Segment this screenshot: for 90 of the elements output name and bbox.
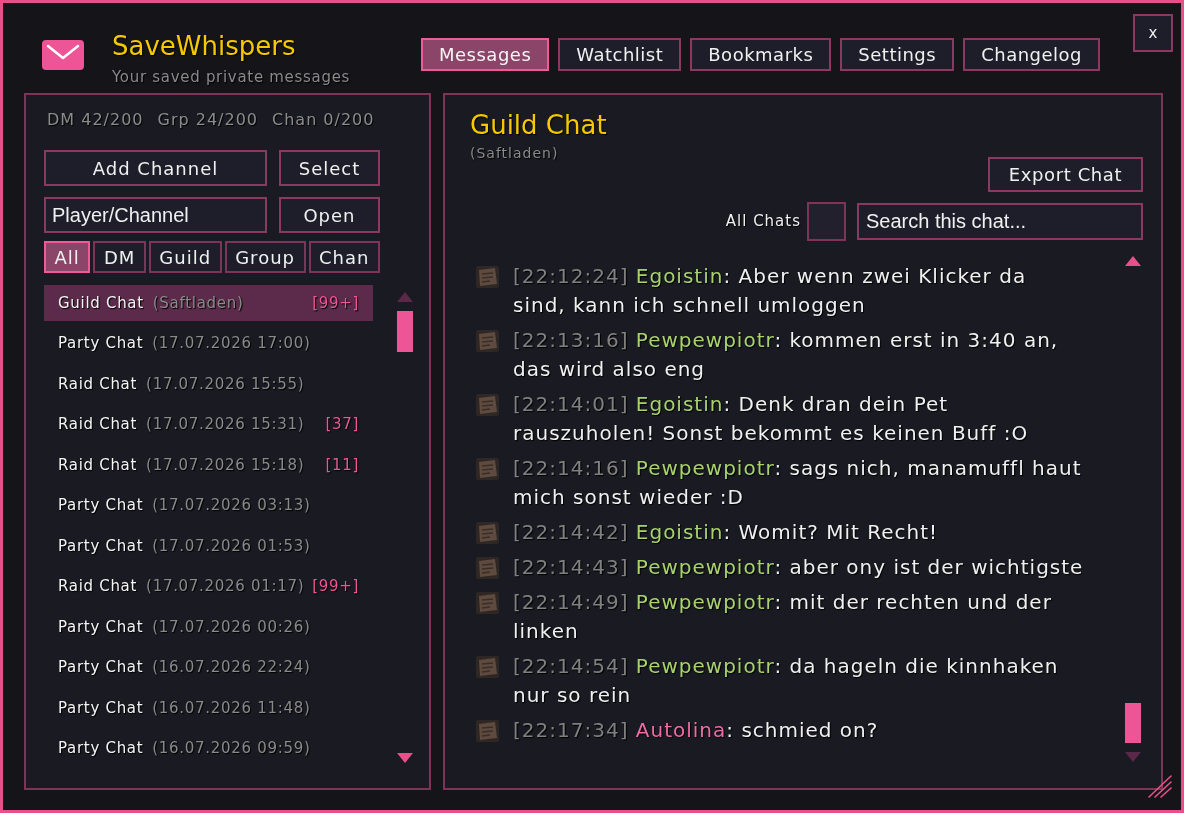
chat-message: [22:17:34] Autolina: schmied on? (513, 717, 880, 744)
parchment-icon (476, 330, 499, 352)
chat-message: [22:14:01] Egoistin: Denk dran dein Pet rauszuholen! Sonst bekommt es keinen Buff :O (513, 391, 1030, 447)
resize-grip-icon[interactable] (1148, 775, 1172, 798)
chat-message: [22:12:24] Egoistin: Aber wenn zwei Klicker da sind, kann ich schnell umloggen (513, 263, 1028, 319)
chat-name: Raid Chat (58, 454, 138, 476)
chat-detail: (17.07.2026 00:26) (152, 616, 311, 638)
chat-detail: (17.07.2026 17:00) (152, 333, 311, 355)
storage-count: Chan 0/200 (272, 109, 375, 131)
parchment-icon (476, 656, 499, 678)
storage-count: Grp 24/200 (157, 109, 258, 131)
chat-name: Raid Chat (58, 576, 138, 598)
chat-name: Party Chat (58, 738, 144, 760)
chat-list-item[interactable]: Guild Chat (Saftladen) [99+] (44, 285, 373, 321)
chat-message: [22:13:16] Pewpewpiotr: kommen erst in 3:40 an, das wird also eng (513, 327, 1060, 383)
parchment-icon (476, 458, 499, 480)
app-title: SaveWhispers (112, 31, 296, 62)
filter-tab[interactable]: Group (224, 241, 306, 273)
chat-message: [22:14:16] Pewpewpiotr: sags nich, manamuffl haut mich sonst wieder :D (513, 455, 1083, 511)
parchment-icon (476, 557, 499, 579)
unread-count: [37] (325, 414, 359, 436)
chat-list-item[interactable]: Raid Chat (17.07.2026 01:17) [99+] (44, 568, 373, 605)
filter-tab[interactable]: DM (93, 241, 146, 273)
chat-name: Party Chat (58, 697, 144, 719)
chat-list-item[interactable]: Party Chat (16.07.2026 09:59) (44, 730, 373, 767)
chat-list-item[interactable]: Party Chat (17.07.2026 00:26) (44, 609, 373, 645)
envelope-icon (42, 40, 84, 70)
chat-name: Party Chat (58, 495, 144, 517)
add-channel-button[interactable]: Add Channel (44, 150, 267, 186)
chat-name: Party Chat (58, 616, 144, 638)
chat-detail: (17.07.2026 15:31) (146, 414, 305, 436)
search-field[interactable]: Search this chat... (857, 203, 1143, 240)
open-button[interactable]: Open (279, 197, 380, 233)
parchment-icon (476, 266, 499, 288)
filter-tab[interactable]: All (44, 241, 91, 273)
chat-name: Raid Chat (58, 414, 138, 436)
chat-name: Party Chat (58, 535, 144, 557)
filter-tab[interactable]: Chan (308, 241, 380, 273)
parchment-icon (476, 394, 499, 416)
filter-tab[interactable]: Guild (148, 241, 222, 273)
chat-detail: (17.07.2026 15:18) (146, 454, 305, 476)
chat-message: [22:14:42] Egoistin: Womit? Mit Recht! (513, 519, 940, 546)
player-channel-field[interactable]: Player/Channel (44, 197, 267, 233)
select-button[interactable]: Select (279, 150, 380, 186)
chat-detail: (16.07.2026 09:59) (152, 738, 311, 760)
tab[interactable]: Changelog (963, 38, 1101, 71)
chat-detail: (17.07.2026 01:17) (146, 576, 305, 598)
chat-detail: (16.07.2026 22:24) (152, 657, 311, 679)
chat-list-item[interactable]: Party Chat (16.07.2026 11:48) (44, 690, 373, 726)
chat-list-item[interactable]: Raid Chat (17.07.2026 15:18) [11] (44, 447, 373, 483)
unread-count: [99+] (312, 576, 359, 598)
parchment-icon (476, 720, 499, 742)
chat-name: Party Chat (58, 657, 144, 679)
scrollbar-thumb[interactable] (397, 311, 413, 352)
all-chats-checkbox[interactable] (807, 202, 846, 241)
chat-message: [22:14:54] Pewpewpiotr: da hageln die kinnhaken nur so rein (513, 653, 1060, 709)
storage-count: DM 42/200 (47, 109, 144, 131)
close-button[interactable]: x (1133, 14, 1173, 52)
chat-list-item[interactable]: Party Chat (17.07.2026 01:53) (44, 528, 373, 564)
chat-name: Party Chat (58, 333, 144, 355)
unread-count: [99+] (312, 292, 359, 314)
chat-message: [22:14:49] Pewpewpiotr: mit der rechten und der linken (513, 589, 1053, 645)
all-chats-label: All Chats (725, 211, 801, 233)
chat-list-item[interactable]: Raid Chat (17.07.2026 15:31) [37] (44, 406, 373, 443)
app-subtitle: Your saved private messages (112, 67, 351, 87)
parchment-icon (476, 522, 499, 544)
chat-name: Raid Chat (58, 373, 138, 395)
chat-detail: (17.07.2026 03:13) (152, 495, 311, 517)
chat-detail: (17.07.2026 01:53) (152, 535, 311, 557)
tab[interactable]: Messages (421, 38, 550, 71)
chat-detail: (17.07.2026 15:55) (146, 373, 305, 395)
scroll-down-icon[interactable] (397, 752, 413, 763)
tab[interactable]: Bookmarks (690, 38, 832, 71)
chat-list-item[interactable]: Party Chat (16.07.2026 22:24) (44, 649, 373, 686)
chat-list-item[interactable]: Party Chat (17.07.2026 17:00) (44, 325, 373, 362)
chat-list-item[interactable]: Raid Chat (17.07.2026 15:55) (44, 366, 373, 402)
export-chat-button[interactable]: Export Chat (988, 157, 1143, 192)
chat-name: Guild Chat (58, 292, 144, 314)
tab[interactable]: Watchlist (558, 38, 682, 71)
chat-detail: (16.07.2026 11:48) (152, 697, 311, 719)
tab[interactable]: Settings (840, 38, 955, 71)
scrollbar-thumb[interactable] (1125, 703, 1141, 743)
unread-count: [11] (325, 454, 359, 476)
chat-title: Guild Chat (470, 109, 607, 141)
chat-detail: (Saftladen) (152, 292, 244, 314)
chat-list-item[interactable]: Party Chat (17.07.2026 03:13) (44, 487, 373, 524)
chat-subtitle: (Saftladen) (470, 144, 559, 162)
chat-message: [22:14:43] Pewpewpiotr: aber ony ist der wichtigste (513, 554, 1085, 581)
parchment-icon (476, 592, 499, 614)
scroll-up-icon[interactable] (1125, 256, 1141, 266)
